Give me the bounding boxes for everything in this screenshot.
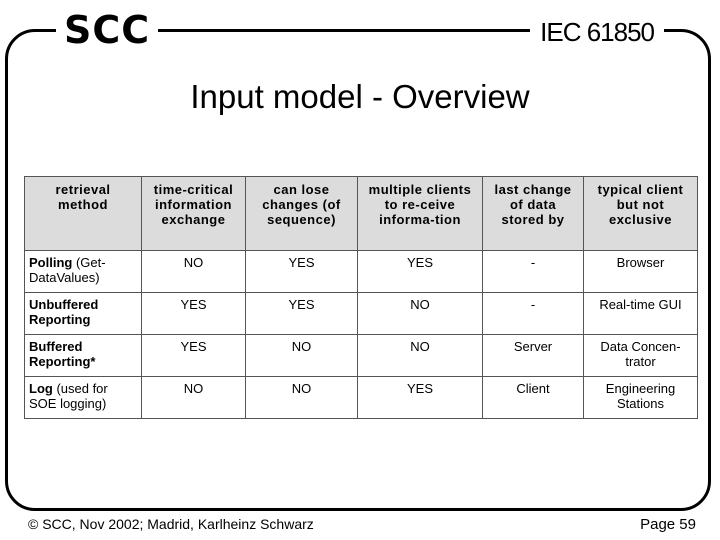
- table-cell: Engineering Stations: [583, 376, 698, 419]
- table-cell: YES: [141, 334, 246, 377]
- table-cell: YES: [245, 250, 358, 293]
- table-row: Buffered Reporting* YES NO NO Server Dat…: [24, 334, 698, 377]
- retrieval-method-cell: Unbuffered Reporting: [24, 292, 142, 335]
- retrieval-method-cell: Buffered Reporting*: [24, 334, 142, 377]
- table-cell: YES: [245, 292, 358, 335]
- copyright-footer: © SCC, Nov 2002; Madrid, Karlheinz Schwa…: [28, 516, 314, 532]
- method-name: Polling: [29, 255, 73, 270]
- table-cell: NO: [357, 292, 483, 335]
- method-name: Unbuffered Reporting: [29, 297, 99, 327]
- column-header: last change of data stored by: [482, 176, 584, 251]
- table-row: Log (used for SOE logging) NO NO YES Cli…: [24, 376, 698, 419]
- column-header: can lose changes (of sequence): [245, 176, 358, 251]
- table-cell: NO: [141, 376, 246, 419]
- column-header: time-critical information exchange: [141, 176, 246, 251]
- method-name: Log: [29, 381, 53, 396]
- page-number: Page 59: [640, 516, 696, 533]
- retrieval-method-cell: Polling (Get-DataValues): [24, 250, 142, 293]
- method-name: Buffered Reporting*: [29, 339, 96, 369]
- slide-title: Input model - Overview: [190, 78, 530, 115]
- column-header: multiple clients to re-ceive informa-tio…: [357, 176, 483, 251]
- scc-logo: SCC: [56, 8, 159, 52]
- table-cell: -: [482, 250, 584, 293]
- table-cell: YES: [357, 376, 483, 419]
- table-header-row: retrieval method time-critical informati…: [24, 176, 698, 251]
- table-cell: YES: [357, 250, 483, 293]
- column-header: retrieval method: [24, 176, 142, 251]
- table-cell: NO: [141, 250, 246, 293]
- table-cell: Browser: [583, 250, 698, 293]
- standard-label: IEC 61850: [530, 14, 664, 50]
- table-row: Polling (Get-DataValues) NO YES YES - Br…: [24, 250, 698, 293]
- table-cell: Client: [482, 376, 584, 419]
- retrieval-methods-table: retrieval method time-critical informati…: [24, 176, 698, 419]
- column-header: typical client but not exclusive: [583, 176, 698, 251]
- table-row: Unbuffered Reporting YES YES NO - Real-t…: [24, 292, 698, 335]
- table-cell: Real-time GUI: [583, 292, 698, 335]
- table-cell: YES: [141, 292, 246, 335]
- table-cell: Server: [482, 334, 584, 377]
- table-cell: -: [482, 292, 584, 335]
- table-cell: NO: [357, 334, 483, 377]
- retrieval-method-cell: Log (used for SOE logging): [24, 376, 142, 419]
- table-cell: NO: [245, 376, 358, 419]
- table-cell: NO: [245, 334, 358, 377]
- table-cell: Data Concen-trator: [583, 334, 698, 377]
